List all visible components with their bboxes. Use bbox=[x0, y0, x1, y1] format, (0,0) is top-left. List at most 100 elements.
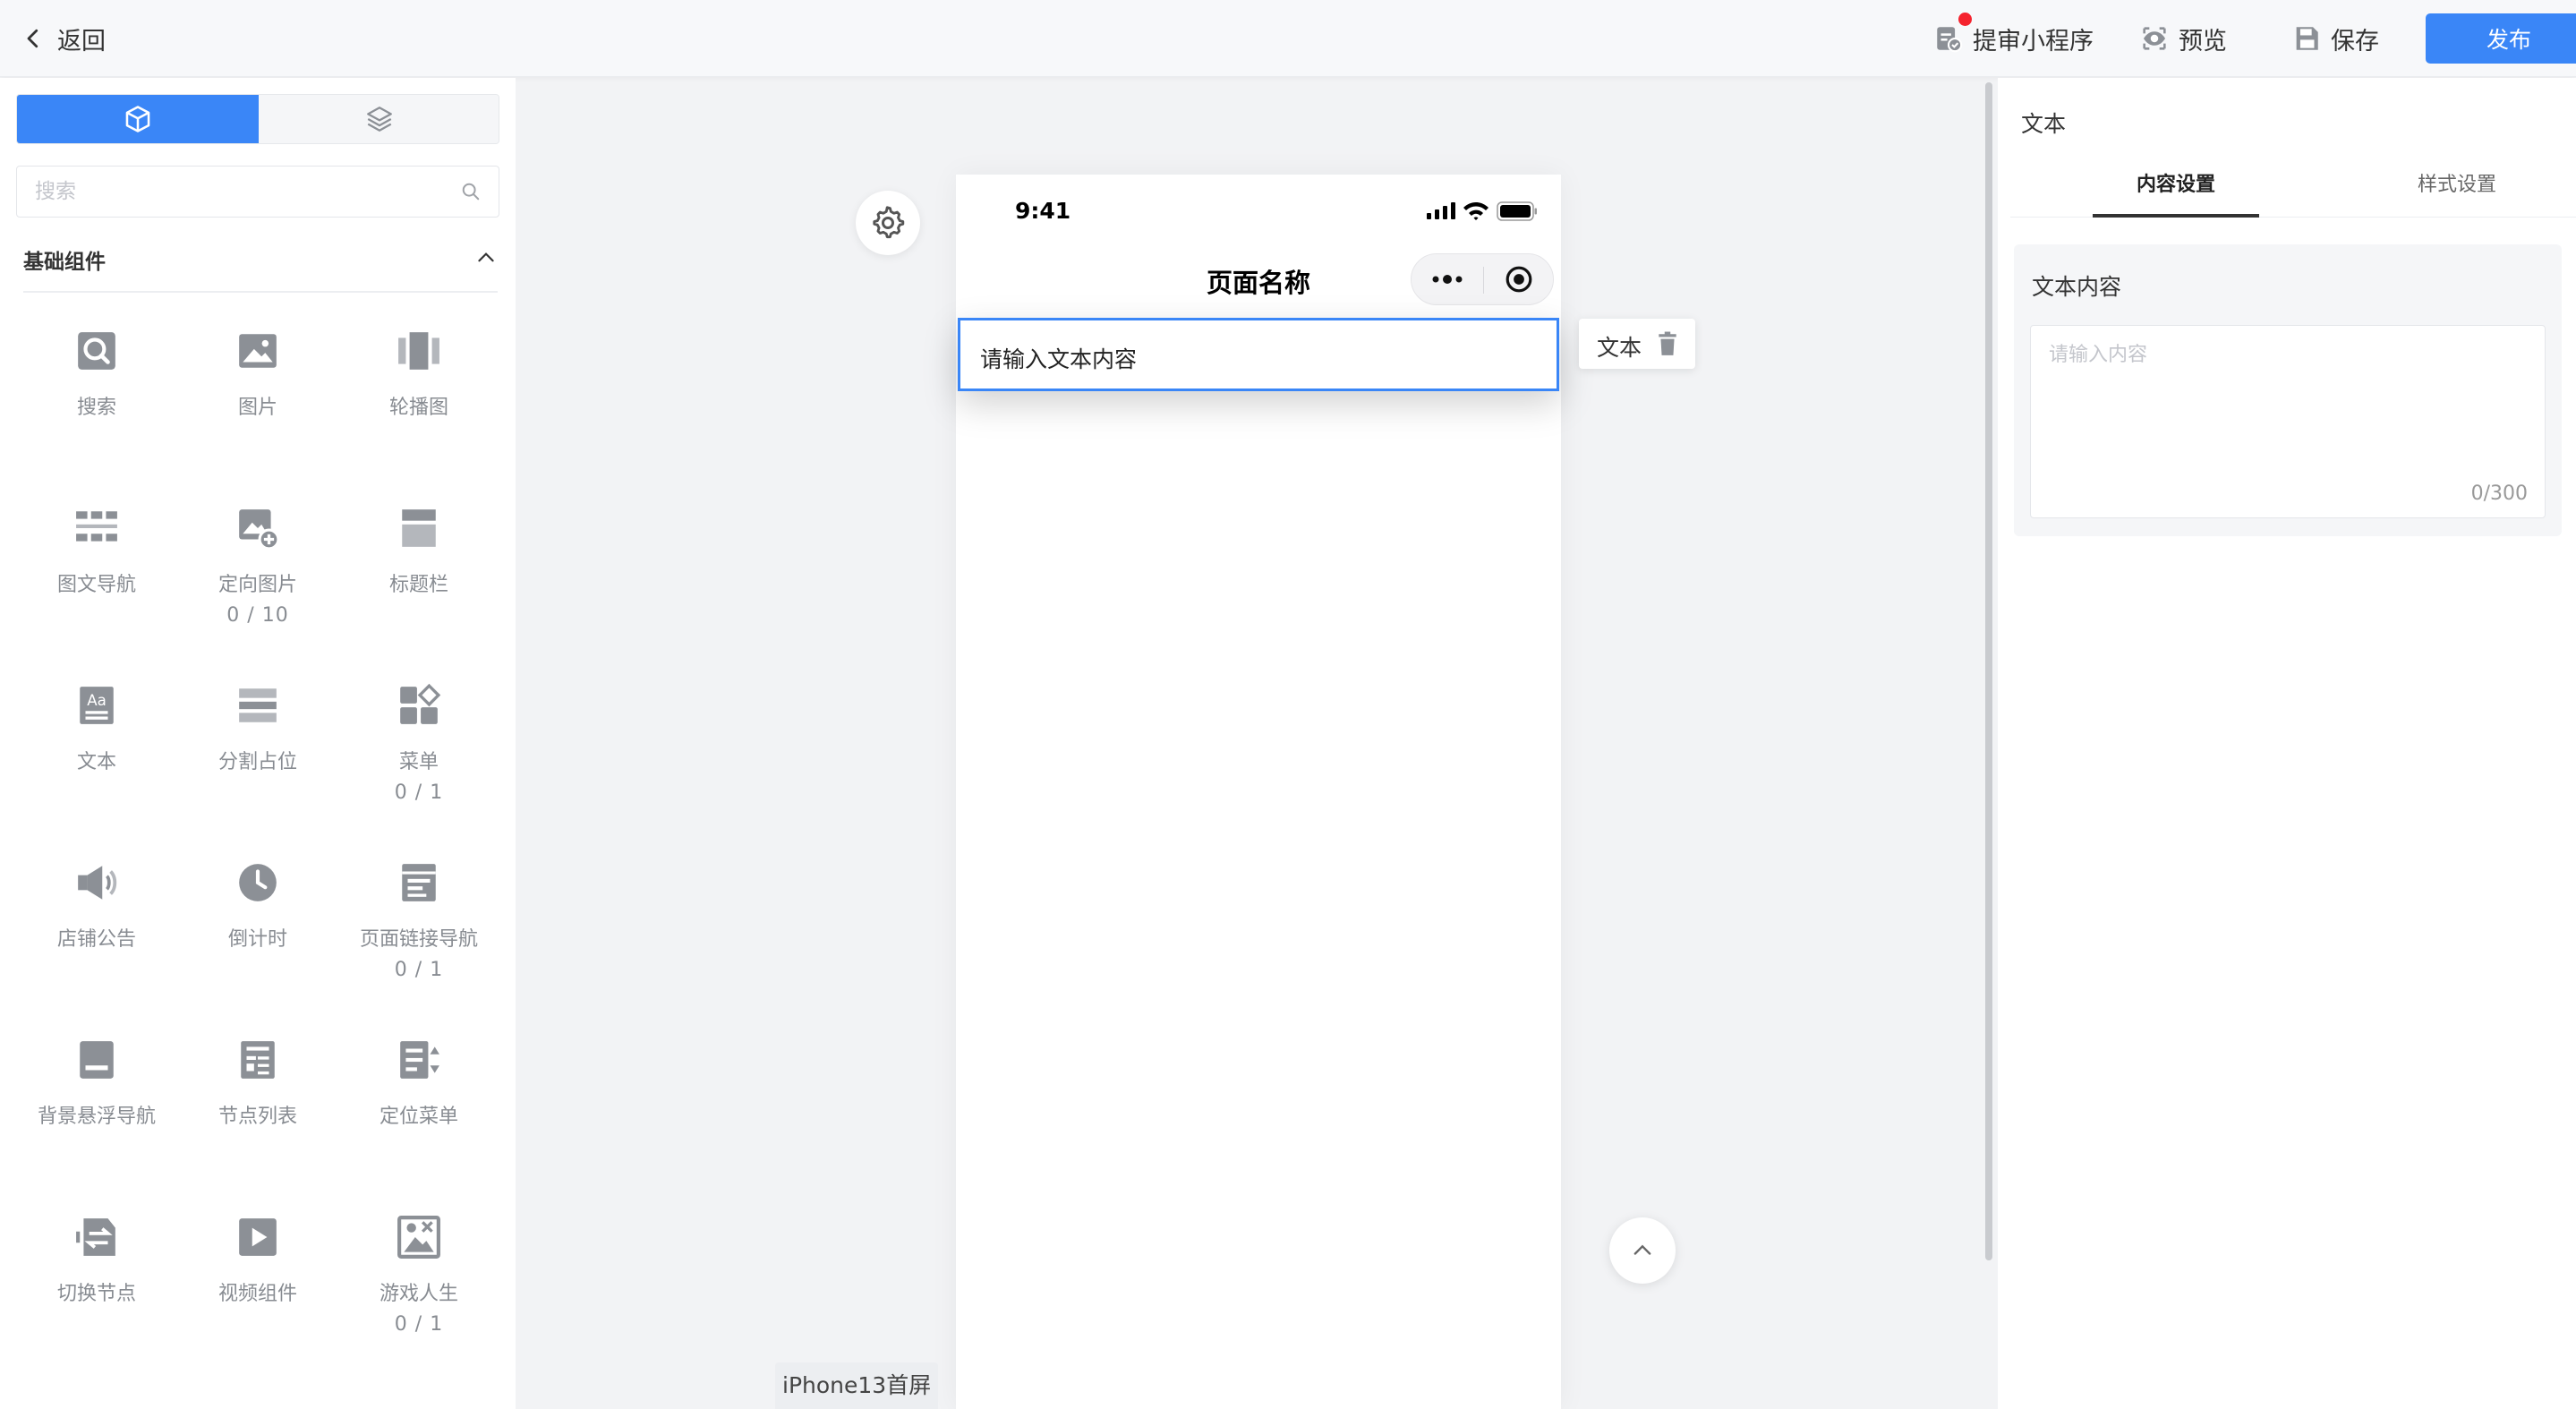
save-label: 保存 bbox=[2331, 27, 2379, 56]
back-label: 返回 bbox=[57, 27, 106, 56]
grid-nav-icon bbox=[76, 511, 117, 542]
tab-content-settings[interactable]: 内容设置 bbox=[2093, 166, 2259, 218]
submit-review-label: 提审小程序 bbox=[1973, 27, 2094, 56]
publish-button[interactable]: 发布 bbox=[2426, 13, 2576, 64]
panel-switch bbox=[16, 94, 499, 144]
component-divider[interactable]: 分割占位 bbox=[177, 683, 338, 860]
component-label: 标题栏 bbox=[388, 574, 448, 596]
close-button[interactable] bbox=[1484, 254, 1554, 304]
component-label: 定向图片 bbox=[218, 574, 297, 596]
text-icon: Aa bbox=[80, 687, 114, 724]
chevron-up-icon[interactable] bbox=[474, 246, 498, 269]
text-component-selected[interactable]: 请输入文本内容 bbox=[958, 318, 1559, 391]
status-time: 9:41 bbox=[1015, 198, 1071, 224]
component-label: 倒计时 bbox=[227, 928, 287, 951]
component-search[interactable]: 搜索 bbox=[16, 329, 177, 506]
component-label: 视频组件 bbox=[218, 1283, 297, 1305]
component-text[interactable]: Aa 文本 bbox=[16, 683, 177, 860]
component-image[interactable]: 图片 bbox=[177, 329, 338, 506]
component-label: 菜单 bbox=[398, 751, 439, 773]
text-content-input[interactable] bbox=[2030, 325, 2546, 518]
property-tabs: 内容设置 样式设置 bbox=[2010, 166, 2576, 218]
text-content-card: 文本内容 0/300 bbox=[2014, 244, 2562, 536]
page-settings-button[interactable] bbox=[856, 191, 920, 255]
component-switch-node[interactable]: 切换节点 bbox=[16, 1215, 177, 1392]
component-locate-menu[interactable]: 定位菜单 bbox=[338, 1038, 499, 1215]
clock-icon bbox=[239, 864, 277, 901]
component-menu[interactable]: 菜单 0 / 1 bbox=[338, 683, 499, 860]
tab-style-settings[interactable]: 样式设置 bbox=[2374, 166, 2540, 218]
char-counter: 0/300 bbox=[2470, 482, 2528, 505]
component-tag-label: 文本 bbox=[1597, 335, 1642, 361]
component-page-link-nav[interactable]: 页面链接导航 0 / 1 bbox=[338, 860, 499, 1038]
component-label: 文本 bbox=[76, 751, 116, 773]
top-bar: 返回 提审小程序 预览 保存 发布 bbox=[0, 0, 2576, 77]
chevron-left-icon bbox=[27, 29, 38, 48]
component-grid-nav[interactable]: 图文导航 bbox=[16, 506, 177, 683]
component-label: 页面链接导航 bbox=[359, 928, 478, 951]
component-title-bar[interactable]: 标题栏 bbox=[338, 506, 499, 683]
search-icon bbox=[78, 332, 115, 370]
preview-label: 预览 bbox=[2179, 27, 2227, 56]
component-count: 0 / 1 bbox=[394, 1313, 444, 1336]
component-countdown[interactable]: 倒计时 bbox=[177, 860, 338, 1038]
property-panel: 文本 内容设置 样式设置 文本内容 0/300 bbox=[1998, 78, 2576, 1409]
component-video[interactable]: 视频组件 bbox=[177, 1215, 338, 1392]
component-label: 节点列表 bbox=[218, 1106, 297, 1128]
tab-layers[interactable] bbox=[259, 95, 499, 143]
component-label: 游戏人生 bbox=[379, 1283, 458, 1305]
text-component-content: 请输入文本内容 bbox=[980, 346, 1138, 372]
property-panel-title: 文本 bbox=[2021, 111, 2067, 137]
component-panel: 基础组件 搜索 图片 bbox=[0, 78, 516, 1409]
component-float-nav[interactable]: 背景悬浮导航 bbox=[16, 1038, 177, 1215]
image-add-icon bbox=[239, 509, 280, 551]
capsule-menu bbox=[1411, 253, 1554, 305]
target-close-icon bbox=[1506, 266, 1532, 293]
gear-icon bbox=[873, 206, 905, 239]
divider-icon bbox=[239, 688, 277, 722]
save-button[interactable]: 保存 bbox=[2291, 18, 2379, 59]
image-icon bbox=[239, 334, 277, 368]
section-title: 基础组件 bbox=[23, 251, 106, 274]
component-game-life[interactable]: 游戏人生 0 / 1 bbox=[338, 1215, 499, 1392]
component-label: 图片 bbox=[237, 397, 277, 419]
signal-icon bbox=[1427, 202, 1455, 219]
canvas-scrollbar-thumb[interactable] bbox=[1985, 82, 1992, 1260]
carousel-icon bbox=[398, 332, 439, 370]
component-label: 轮播图 bbox=[388, 397, 448, 419]
more-dots-icon bbox=[1432, 275, 1463, 284]
menu-icon bbox=[400, 683, 441, 724]
selected-component-tag: 文本 bbox=[1579, 319, 1695, 369]
tab-components[interactable] bbox=[17, 95, 259, 143]
search-icon bbox=[462, 183, 480, 201]
component-label: 搜索 bbox=[76, 397, 116, 419]
component-count: 0 / 1 bbox=[394, 781, 444, 804]
component-store-notice[interactable]: 店铺公告 bbox=[16, 860, 177, 1038]
battery-icon bbox=[1497, 201, 1537, 221]
node-list-icon bbox=[241, 1041, 275, 1079]
component-label: 定位菜单 bbox=[379, 1106, 458, 1128]
component-node-list[interactable]: 节点列表 bbox=[177, 1038, 338, 1215]
back-button[interactable]: 返回 bbox=[20, 18, 106, 59]
scroll-to-top-button[interactable] bbox=[1609, 1217, 1676, 1284]
component-label: 背景悬浮导航 bbox=[37, 1106, 156, 1128]
search-input[interactable] bbox=[17, 167, 447, 217]
switch-node-icon bbox=[76, 1218, 115, 1256]
wifi-icon bbox=[1463, 202, 1488, 220]
component-count: 0 / 1 bbox=[394, 959, 444, 981]
status-bar: 9:41 bbox=[956, 175, 1561, 246]
submit-review-button[interactable]: 提审小程序 bbox=[1933, 13, 2094, 59]
game-image-icon bbox=[397, 1216, 440, 1259]
speaker-icon bbox=[78, 866, 117, 900]
layers-icon bbox=[367, 107, 392, 132]
component-carousel[interactable]: 轮播图 bbox=[338, 329, 499, 506]
phone-preview: 9:41 页面名称 请输入文本内容 bbox=[956, 175, 1561, 1409]
component-label: 切换节点 bbox=[56, 1283, 136, 1305]
save-icon bbox=[2296, 27, 2318, 50]
video-icon bbox=[239, 1218, 277, 1256]
component-label: 分割占位 bbox=[218, 751, 297, 773]
component-targeted-image[interactable]: 定向图片 0 / 10 bbox=[177, 506, 338, 683]
trash-icon[interactable] bbox=[1656, 331, 1679, 356]
preview-button[interactable]: 预览 bbox=[2139, 18, 2227, 59]
more-button[interactable] bbox=[1412, 254, 1483, 304]
